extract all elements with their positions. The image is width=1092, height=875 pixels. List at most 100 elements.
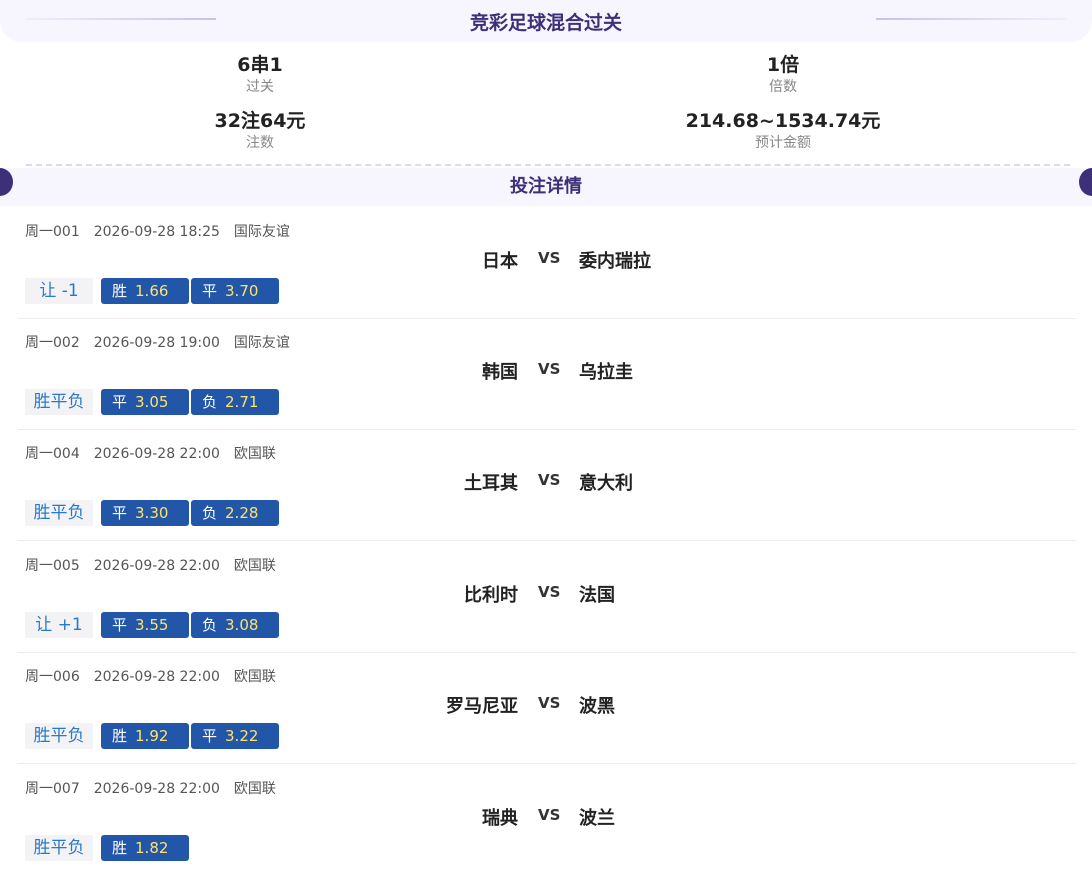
odd-outcome: 胜 <box>112 727 128 745</box>
match-meta: 周一002 2026-09-28 19:00 国际友谊 <box>25 332 304 352</box>
match-league: 欧国联 <box>233 446 276 462</box>
match-teams: 罗马尼亚 VS 波黑 <box>18 692 1076 717</box>
home-team: 比利时 <box>464 585 518 606</box>
vs-label: VS <box>538 694 561 712</box>
away-team: 波黑 <box>579 696 615 717</box>
vs-label: VS <box>538 471 561 489</box>
odd-value: 3.22 <box>225 727 259 745</box>
match-teams: 比利时 VS 法国 <box>18 581 1076 606</box>
odd-button[interactable]: 平 3.70 <box>191 278 279 304</box>
match-row: 周一004 2026-09-28 22:00 欧国联 土耳其 VS 意大利 胜平负 … <box>18 429 1076 541</box>
match-meta: 周一006 2026-09-28 22:00 欧国联 <box>25 666 290 686</box>
header-decor-line-right <box>876 18 1066 20</box>
odd-value: 1.92 <box>135 727 169 745</box>
bets-value: 32注64元 <box>214 110 306 132</box>
play-type-tag: 胜平负 <box>25 389 93 415</box>
odd-outcome: 平 <box>112 393 128 411</box>
play-type-tag: 胜平负 <box>25 723 93 749</box>
bets-cell: 32注64元 注数 <box>110 108 410 152</box>
pass-type-cell: 6串1 过关 <box>110 52 410 96</box>
odd-outcome: 平 <box>202 727 218 745</box>
odd-button[interactable]: 负 2.71 <box>191 389 279 415</box>
match-time: 2026-09-28 22:00 <box>93 558 220 574</box>
home-team: 瑞典 <box>482 808 518 829</box>
odd-button[interactable]: 胜 1.66 <box>101 278 189 304</box>
match-meta: 周一007 2026-09-28 22:00 欧国联 <box>25 778 290 798</box>
odd-button[interactable]: 平 3.05 <box>101 389 189 415</box>
odd-value: 2.71 <box>225 393 259 411</box>
match-code: 周一007 <box>25 781 80 797</box>
odd-outcome: 负 <box>202 393 218 411</box>
match-row: 周一007 2026-09-28 22:00 欧国联 瑞典 VS 波兰 胜平负 胜1… <box>18 764 1076 875</box>
away-team: 法国 <box>579 585 615 606</box>
match-time: 2026-09-28 18:25 <box>93 224 220 240</box>
vs-label: VS <box>538 249 561 267</box>
home-team: 罗马尼亚 <box>446 696 518 717</box>
vs-label: VS <box>538 806 561 824</box>
play-type-tag: 让 +1 <box>25 612 93 638</box>
home-team: 日本 <box>482 251 518 272</box>
estimate-value: 214.68~1534.74元 <box>685 110 881 132</box>
match-code: 周一002 <box>25 335 80 351</box>
estimate-label: 预计金额 <box>755 135 811 151</box>
estimate-cell: 214.68~1534.74元 预计金额 <box>633 108 933 152</box>
odd-outcome: 平 <box>112 616 128 634</box>
match-row: 周一001 2026-09-28 18:25 国际友谊 日本 VS 委内瑞拉 让 -… <box>18 207 1076 319</box>
vs-label: VS <box>538 360 561 378</box>
odd-button[interactable]: 负 3.08 <box>191 612 279 638</box>
section-title: 投注详情 <box>0 168 1092 206</box>
odd-outcome: 胜 <box>112 839 128 857</box>
odd-button[interactable]: 负 2.28 <box>191 500 279 526</box>
match-code: 周一004 <box>25 446 80 462</box>
home-team: 土耳其 <box>464 473 518 494</box>
match-meta: 周一004 2026-09-28 22:00 欧国联 <box>25 443 290 463</box>
match-teams: 瑞典 VS 波兰 <box>18 804 1076 829</box>
match-row: 周一002 2026-09-28 19:00 国际友谊 韩国 VS 乌拉圭 胜平负 … <box>18 318 1076 430</box>
odd-value: 1.66 <box>135 282 169 300</box>
odd-value: 3.08 <box>225 616 259 634</box>
odd-button[interactable]: 平 3.30 <box>101 500 189 526</box>
odd-outcome: 平 <box>112 504 128 522</box>
multiple-value: 1倍 <box>766 54 800 76</box>
match-league: 欧国联 <box>233 669 276 685</box>
multiple-cell: 1倍 倍数 <box>633 52 933 96</box>
odd-outcome: 负 <box>202 616 218 634</box>
odd-value: 1.82 <box>135 839 169 857</box>
match-league: 国际友谊 <box>233 335 290 351</box>
header-bar: 竞彩足球混合过关 <box>0 0 1092 42</box>
odd-value: 2.28 <box>225 504 259 522</box>
odd-button[interactable]: 胜 1.92 <box>101 723 189 749</box>
match-league: 欧国联 <box>233 781 276 797</box>
away-team: 意大利 <box>579 473 633 494</box>
match-time: 2026-09-28 19:00 <box>93 335 220 351</box>
page-title: 竞彩足球混合过关 <box>469 12 622 34</box>
away-team: 委内瑞拉 <box>579 251 651 272</box>
odd-value: 3.30 <box>135 504 169 522</box>
away-team: 波兰 <box>579 808 615 829</box>
match-meta: 周一001 2026-09-28 18:25 国际友谊 <box>25 221 304 241</box>
odd-button[interactable]: 平 3.55 <box>101 612 189 638</box>
odd-button[interactable]: 胜 1.82 <box>101 835 189 861</box>
match-code: 周一001 <box>25 224 80 240</box>
play-type-tag: 胜平负 <box>25 835 93 861</box>
pass-type-value: 6串1 <box>237 54 283 76</box>
odd-button[interactable]: 平 3.22 <box>191 723 279 749</box>
match-time: 2026-09-28 22:00 <box>93 669 220 685</box>
vs-label: VS <box>538 583 561 601</box>
play-type-tag: 胜平负 <box>25 500 93 526</box>
pass-type-label: 过关 <box>246 79 274 95</box>
dashed-divider <box>26 164 1070 166</box>
match-league: 欧国联 <box>233 558 276 574</box>
odd-outcome: 胜 <box>112 282 128 300</box>
odd-outcome: 负 <box>202 504 218 522</box>
match-teams: 日本 VS 委内瑞拉 <box>18 247 1076 272</box>
match-time: 2026-09-28 22:00 <box>93 446 220 462</box>
odd-value: 3.05 <box>135 393 169 411</box>
match-league: 国际友谊 <box>233 224 290 240</box>
match-teams: 土耳其 VS 意大利 <box>18 469 1076 494</box>
match-code: 周一006 <box>25 669 80 685</box>
match-teams: 韩国 VS 乌拉圭 <box>18 358 1076 383</box>
odd-value: 3.70 <box>225 282 259 300</box>
match-row: 周一006 2026-09-28 22:00 欧国联 罗马尼亚 VS 波黑 胜平负 … <box>18 652 1076 764</box>
home-team: 韩国 <box>482 362 518 383</box>
